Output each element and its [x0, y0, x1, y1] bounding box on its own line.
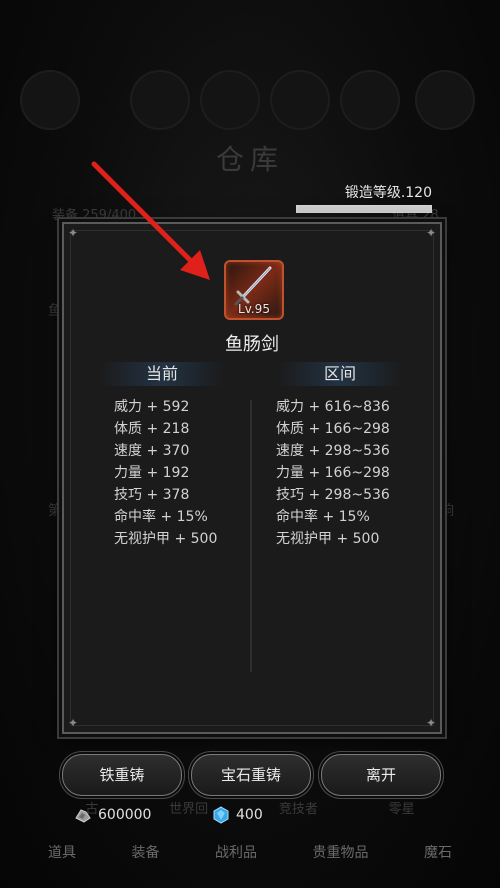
item-level: Lv.95	[238, 302, 270, 316]
corner-ornament-icon: ✦	[426, 226, 437, 240]
iron-amount: 600000	[98, 807, 152, 823]
forge-level: 锻造等级.120	[296, 182, 432, 213]
range-stat: 力量 + 166~298	[276, 465, 390, 481]
current-stat: 体质 + 218	[114, 421, 190, 437]
current-stat: 无视护甲 + 500	[114, 531, 218, 547]
range-stat: 技巧 + 298~536	[276, 487, 390, 503]
current-stat: 命中率 + 15%	[114, 509, 208, 525]
gem-amount: 400	[236, 807, 263, 823]
tab-magic-stones[interactable]: 魔石	[416, 842, 460, 862]
sword-item-icon[interactable]: Lv.95	[224, 260, 284, 320]
tab-items[interactable]: 道具	[40, 842, 84, 862]
background-side-text-left-2: 第	[48, 503, 62, 519]
range-stat: 速度 + 298~536	[276, 443, 390, 459]
background-top-slots	[10, 70, 490, 130]
iron-currency: 600000	[74, 804, 151, 826]
iron-recast-button[interactable]: 铁重铸	[62, 754, 182, 796]
current-stat: 威力 + 592	[114, 399, 190, 415]
current-stat: 技巧 + 378	[114, 487, 190, 503]
current-stat: 速度 + 370	[114, 443, 190, 459]
background-strip-item: 零星	[388, 802, 415, 817]
bottom-tab-bar: 道具 装备 战利品 贵重物品 魔石	[40, 842, 460, 862]
background-strip-item: 竞技者	[278, 802, 318, 817]
current-column-header: 当前	[100, 362, 224, 386]
range-stat: 威力 + 616~836	[276, 399, 390, 415]
range-stat: 命中率 + 15%	[276, 509, 370, 525]
range-stat: 体质 + 166~298	[276, 421, 390, 437]
forge-level-fill	[297, 206, 431, 212]
background-side-text-left: 鱼	[48, 303, 62, 319]
range-stat: 无视护甲 + 500	[276, 531, 380, 547]
tab-equipment[interactable]: 装备	[124, 842, 168, 862]
background-title: 仓库	[215, 143, 284, 176]
blue-gem-icon	[213, 806, 229, 824]
gem-recast-button[interactable]: 宝石重铸	[191, 754, 311, 796]
range-stats-list: 威力 + 616~836 体质 + 166~298 速度 + 298~536 力…	[276, 396, 390, 550]
tab-loot[interactable]: 战利品	[207, 842, 265, 862]
item-detail-panel: ✦ ✦ ✦ ✦ Lv.95 鱼肠剑 当前 区间 威力 + 592 体质 + 21…	[62, 222, 442, 734]
column-divider	[250, 400, 252, 672]
corner-ornament-icon: ✦	[68, 716, 79, 730]
background-strip-item: 世界回	[169, 802, 209, 817]
corner-ornament-icon: ✦	[68, 226, 79, 240]
current-stats-list: 威力 + 592 体质 + 218 速度 + 370 力量 + 192 技巧 +…	[114, 396, 217, 550]
background-side-text-right: 响	[440, 503, 454, 519]
gem-currency: 400	[212, 804, 263, 826]
item-name: 鱼肠剑	[225, 334, 279, 355]
iron-ore-icon	[75, 809, 91, 823]
leave-button[interactable]: 离开	[321, 754, 441, 796]
forge-level-bar	[296, 205, 432, 213]
corner-ornament-icon: ✦	[426, 716, 437, 730]
red-annotation-arrow-icon	[91, 161, 210, 280]
tab-valuables[interactable]: 贵重物品	[305, 842, 377, 862]
forge-level-label: 锻造等级.120	[344, 185, 432, 201]
current-stat: 力量 + 192	[114, 465, 190, 481]
range-column-header: 区间	[278, 362, 402, 386]
